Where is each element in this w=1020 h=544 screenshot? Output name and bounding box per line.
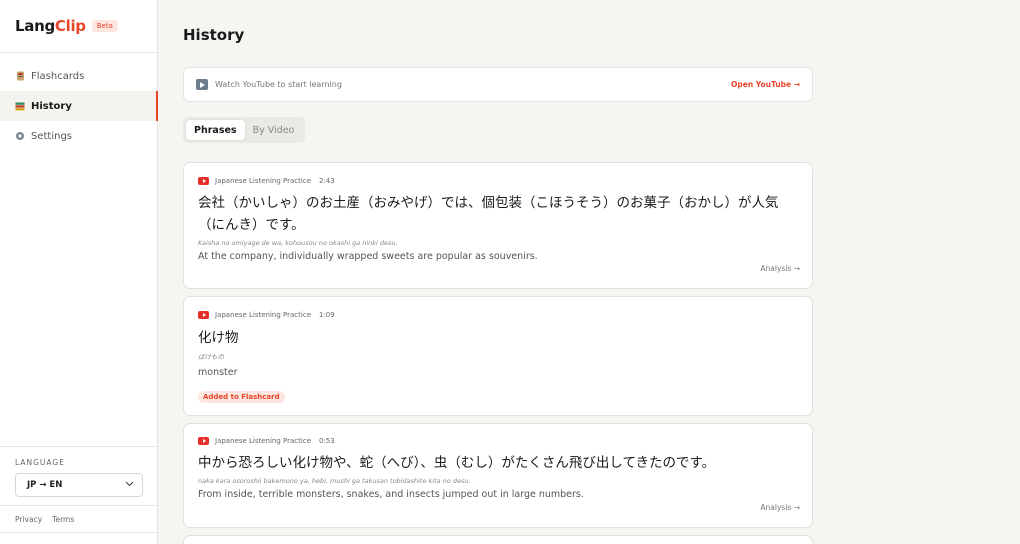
analysis-link[interactable]: Analysis → <box>760 503 800 512</box>
sidebar-item-flashcards[interactable]: Flashcards <box>0 61 157 91</box>
phrase-card[interactable] <box>183 535 813 544</box>
analysis-link[interactable]: Analysis → <box>760 264 800 273</box>
sidebar-item-label: Settings <box>31 130 73 142</box>
chevron-down-icon <box>125 480 134 490</box>
translation-text: monster <box>198 367 238 378</box>
youtube-prompt-bar: Watch YouTube to start learning Open You… <box>183 67 813 102</box>
romaji-text: naka kara osoroshii bakemono ya, hebi, m… <box>198 477 471 485</box>
romaji-text: Kaisha no omiyage de wa, kohousou no oka… <box>198 239 398 247</box>
tab-by-video[interactable]: By Video <box>245 120 303 140</box>
translation-text: From inside, terrible monsters, snakes, … <box>198 489 584 500</box>
sidebar-item-history[interactable]: History <box>0 91 158 121</box>
phrase-card[interactable]: Japanese Listening Practice 2:43 会社（かいしゃ… <box>183 162 813 289</box>
footer-links: Privacy Terms <box>0 505 157 533</box>
video-timestamp: 0:53 <box>319 437 335 445</box>
video-timestamp: 1:09 <box>319 311 335 319</box>
flashcards-icon <box>15 71 25 81</box>
sidebar-item-label: History <box>31 100 72 112</box>
video-source: Japanese Listening Practice <box>215 437 311 445</box>
sidebar: Lang Clip Beta Flashcards History Setting… <box>0 0 158 544</box>
view-tabs: Phrases By Video <box>183 117 306 143</box>
video-timestamp: 2:43 <box>319 177 335 185</box>
phrase-text: 会社（かいしゃ）のお土産（おみやげ）では、個包装（こほうそう）のお菓子（おかし）… <box>198 195 779 211</box>
brand-name-clip: Clip <box>54 17 86 35</box>
language-select[interactable]: JP → EN <box>15 473 143 497</box>
language-heading: LANGUAGE <box>15 458 65 467</box>
sidebar-item-settings[interactable]: Settings <box>0 121 157 151</box>
open-youtube-link[interactable]: Open YouTube → <box>731 80 800 89</box>
phrase-text: 化け物 <box>198 330 239 346</box>
page-title: History <box>183 26 245 44</box>
privacy-link[interactable]: Privacy <box>15 515 42 524</box>
video-source: Japanese Listening Practice <box>215 311 311 319</box>
phrase-text: 中から恐ろしい化け物や、蛇（へび）、虫（むし）がたくさん飛び出してきたのです。 <box>198 455 716 471</box>
beta-badge: Beta <box>91 20 118 32</box>
reading-text: ばけもの <box>198 353 224 361</box>
card-meta: Japanese Listening Practice 2:43 <box>198 177 798 185</box>
added-to-flashcard-badge: Added to Flashcard <box>198 391 285 403</box>
phrase-card[interactable]: Japanese Listening Practice 1:09 化け物 ばけも… <box>183 296 813 416</box>
tab-phrases[interactable]: Phrases <box>186 120 245 140</box>
youtube-icon <box>198 177 209 185</box>
card-meta: Japanese Listening Practice 1:09 <box>198 311 798 319</box>
language-value: JP → EN <box>27 480 63 490</box>
brand[interactable]: Lang Clip Beta <box>0 0 157 53</box>
phrase-text-continued: （にんき）です。 <box>198 217 305 233</box>
youtube-icon <box>198 311 209 319</box>
video-source: Japanese Listening Practice <box>215 177 311 185</box>
books-icon <box>15 101 25 111</box>
gear-icon <box>15 131 25 141</box>
language-section: LANGUAGE JP → EN <box>0 446 157 497</box>
terms-link[interactable]: Terms <box>52 515 74 524</box>
brand-name-lang: Lang <box>15 17 55 35</box>
phrase-card[interactable]: Japanese Listening Practice 0:53 中から恐ろしい… <box>183 423 813 528</box>
sidebar-item-label: Flashcards <box>31 70 85 82</box>
youtube-icon <box>198 437 209 445</box>
sidebar-nav: Flashcards History Settings <box>0 53 158 151</box>
translation-text: At the company, individually wrapped swe… <box>198 251 538 262</box>
play-icon <box>196 79 208 90</box>
card-meta: Japanese Listening Practice 0:53 <box>198 437 798 445</box>
youtube-prompt-text: Watch YouTube to start learning <box>215 80 342 89</box>
